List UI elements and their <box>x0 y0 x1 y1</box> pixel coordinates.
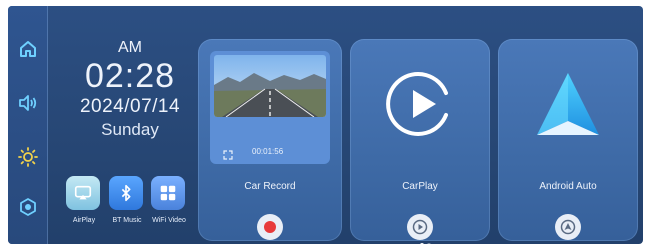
volume-icon[interactable] <box>17 92 39 114</box>
fullscreen-icon[interactable] <box>223 147 233 160</box>
head-unit-screen: AM 02:28 2024/07/14 Sunday AirPlay BT Mu… <box>8 6 643 244</box>
record-button[interactable] <box>257 214 283 240</box>
wifi-video-label: WiFi Video <box>152 217 186 224</box>
carplay-icon <box>412 219 428 235</box>
brightness-icon[interactable] <box>17 146 39 168</box>
clock-day: Sunday <box>101 120 159 139</box>
carplay-button[interactable] <box>407 214 433 240</box>
am-pm-label: AM <box>118 39 142 56</box>
page-dot[interactable] <box>427 243 431 244</box>
carplay-card[interactable]: CarPlay <box>350 39 490 241</box>
android-auto-icon <box>560 219 576 235</box>
sidebar <box>8 6 48 244</box>
airplay-icon <box>66 176 100 210</box>
car-record-title: Car Record <box>244 181 296 192</box>
android-auto-title: Android Auto <box>539 181 597 192</box>
bt-music-app[interactable]: BT Music <box>109 176 145 224</box>
android-auto-button[interactable] <box>555 214 581 240</box>
settings-icon[interactable] <box>17 196 39 218</box>
dashcam-road-image <box>214 55 326 117</box>
airplay-app[interactable]: AirPlay <box>66 176 102 224</box>
clock-widget: AM 02:28 2024/07/14 Sunday <box>54 39 206 141</box>
android-auto-logo-icon <box>531 67 605 141</box>
carplay-title: CarPlay <box>402 181 438 192</box>
android-auto-card[interactable]: Android Auto <box>498 39 638 241</box>
recording-timestamp: 00:01:56 <box>252 147 284 156</box>
wifi-video-app[interactable]: WiFi Video <box>151 176 187 224</box>
page-dot-active[interactable] <box>420 243 424 244</box>
bluetooth-icon <box>109 176 143 210</box>
home-icon[interactable] <box>17 38 39 60</box>
car-record-card[interactable]: 00:01:56 Car Record <box>198 39 342 241</box>
grid-icon <box>151 176 185 210</box>
clock-date: 2024/07/14 <box>79 96 181 117</box>
dashcam-preview[interactable]: 00:01:56 <box>210 51 330 164</box>
carplay-logo-icon <box>385 69 455 139</box>
clock-time: 02:28 <box>84 57 176 95</box>
record-icon <box>264 221 276 233</box>
